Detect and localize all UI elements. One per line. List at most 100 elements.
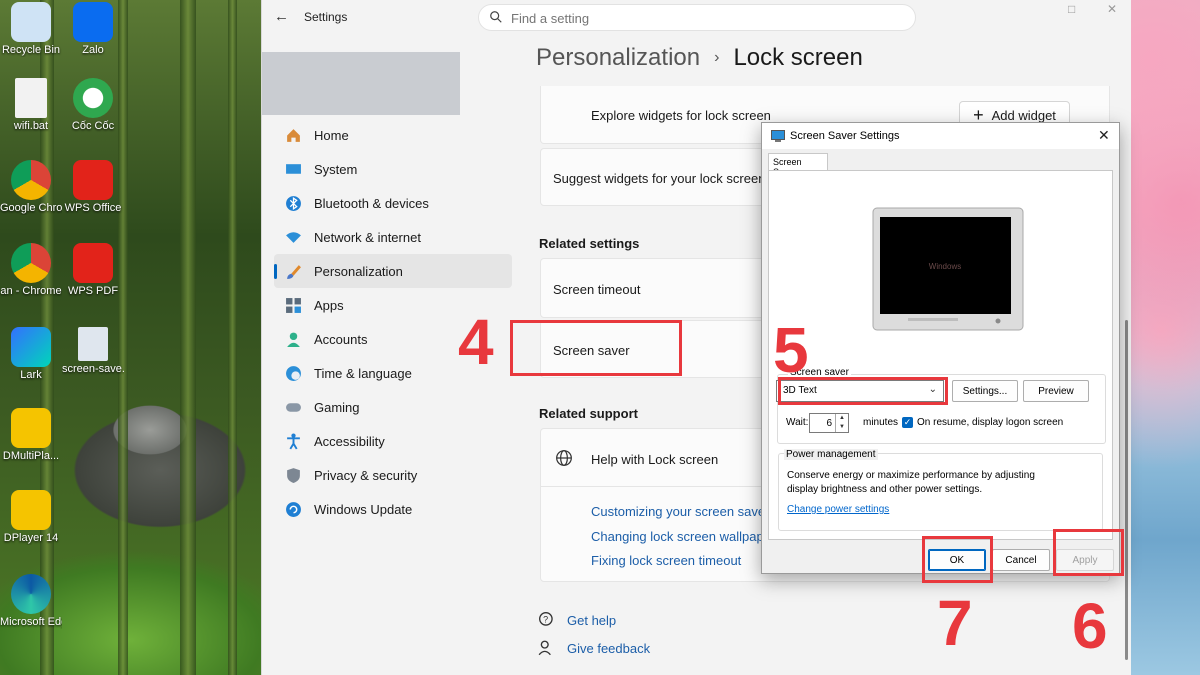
related-support-heading: Related support (539, 406, 638, 421)
wait-spinner[interactable]: 6 ▲ ▼ (809, 413, 849, 433)
desktop-icon-chrome-shortcut[interactable]: an - Chrome (0, 243, 62, 298)
wifi-icon (285, 231, 301, 243)
close-window-icon[interactable]: ✕ (1107, 2, 1117, 16)
resume-label: On resume, display logon screen (917, 417, 1064, 428)
wait-label: Wait: (786, 417, 809, 428)
desktop-icon-wps-office[interactable]: WPS Office (62, 160, 124, 215)
settings-button[interactable]: Settings... (952, 380, 1018, 402)
wps-office-icon (73, 160, 113, 200)
back-arrow-icon[interactable]: ← (274, 8, 292, 26)
sidebar-item-privacy[interactable]: Privacy & security (274, 458, 512, 492)
wait-value: 6 (826, 418, 832, 429)
breadcrumb-parent[interactable]: Personalization (536, 44, 700, 71)
monitor-preview: Windows (872, 207, 1024, 331)
search-box[interactable] (478, 4, 916, 31)
desktop-icon-screen-saver-file[interactable]: screen-save... (62, 327, 124, 376)
desktop-wallpaper-right (1131, 0, 1200, 675)
minutes-label: minutes (863, 417, 899, 428)
update-icon (285, 501, 301, 517)
desktop-icon-lark[interactable]: Lark (0, 327, 62, 382)
desktop-icon-wps-pdf[interactable]: WPS PDF (62, 243, 124, 298)
brush-icon (286, 264, 301, 279)
sidebar-item-label: Network & internet (314, 229, 421, 245)
power-text-2: display brightness and other power setti… (787, 484, 983, 495)
app-title: Settings (304, 10, 348, 24)
give-feedback-link[interactable]: Give feedback (567, 641, 650, 656)
get-help-link[interactable]: Get help (567, 613, 616, 628)
desktop-wallpaper-left: Recycle Bin Zalo wifi.bat Cốc Cốc Google… (0, 0, 261, 675)
sidebar-item-bluetooth[interactable]: Bluetooth & devices (274, 186, 512, 220)
help-lock-screen-heading[interactable]: Help with Lock screen (591, 452, 718, 467)
monitor-icon (285, 163, 301, 174)
highlight-ok-button (922, 536, 993, 583)
sidebar-item-label: System (314, 161, 358, 177)
sidebar-item-network[interactable]: Network & internet (274, 220, 512, 254)
spinner-arrows-icon[interactable]: ▲ ▼ (835, 414, 848, 432)
sidebar-item-label: Gaming (314, 399, 360, 415)
recycle-bin-icon (11, 2, 51, 42)
tab-screen-saver[interactable]: Screen Saver (768, 153, 828, 177)
resume-checkbox[interactable]: ✓ (902, 417, 913, 428)
user-profile-placeholder (262, 52, 460, 115)
lark-icon (11, 327, 51, 367)
desktop-icon-wifi-bat[interactable]: wifi.bat (0, 78, 62, 133)
scrollbar[interactable] (1125, 320, 1128, 660)
batch-file-icon (15, 78, 47, 118)
dialog-title-bar: Screen Saver Settings ✕ (762, 123, 1119, 149)
screen-saver-dialog: Screen Saver Settings ✕ Screen Saver Win… (761, 122, 1120, 574)
sidebar-item-home[interactable]: Home (274, 118, 512, 152)
breadcrumb: Personalization › Lock screen (536, 44, 863, 72)
feedback-icon (538, 640, 551, 656)
close-icon[interactable]: ✕ (1098, 127, 1110, 144)
chrome-icon (11, 243, 51, 283)
monitor-icon (771, 130, 785, 142)
add-widget-label: Add widget (991, 107, 1056, 123)
coccoc-icon (73, 78, 113, 118)
sidebar-item-label: Home (314, 127, 349, 143)
help-link-customizing[interactable]: Customizing your screen saver se (591, 504, 787, 519)
help-link-timeout[interactable]: Fixing lock screen timeout (591, 553, 741, 568)
get-help-icon: ? (539, 612, 553, 626)
explore-widgets-label: Explore widgets for lock screen (591, 108, 771, 123)
desktop-icon-ldplayer[interactable]: DPlayer 14 (0, 490, 62, 545)
highlight-screen-saver (510, 320, 682, 376)
sidebar-item-label: Privacy & security (314, 467, 418, 483)
help-link-wallpaper[interactable]: Changing lock screen wallpaper (591, 529, 775, 544)
apps-icon (285, 297, 301, 313)
screen-saver-file-icon (78, 327, 108, 361)
shield-icon (286, 467, 300, 483)
person-icon (286, 332, 300, 347)
sidebar-item-gaming[interactable]: Gaming (274, 390, 512, 424)
gamepad-icon (285, 402, 301, 412)
sidebar-item-system[interactable]: System (274, 152, 512, 186)
search-input[interactable] (511, 9, 901, 27)
desktop-icon-zalo[interactable]: Zalo (62, 2, 124, 57)
sidebar-item-accessibility[interactable]: Accessibility (274, 424, 512, 458)
preview-button[interactable]: Preview (1023, 380, 1089, 402)
sidebar-item-label: Accounts (314, 331, 368, 347)
maximize-icon[interactable]: □ (1068, 2, 1075, 16)
step-number-5: 5 (773, 314, 809, 386)
sidebar-item-windows-update[interactable]: Windows Update (274, 492, 512, 526)
preview-text: Windows (929, 262, 961, 271)
bluetooth-icon (285, 195, 301, 211)
ldmultiplayer-icon (11, 408, 51, 448)
desktop-icon-dmultiplayer[interactable]: DMultiPla... (0, 408, 62, 463)
chrome-icon (11, 160, 51, 200)
sidebar-item-label: Accessibility (314, 433, 385, 449)
desktop-icon-google-chrome[interactable]: Google Chrome (0, 160, 62, 215)
change-power-settings-link[interactable]: Change power settings (787, 504, 889, 515)
desktop-icon-microsoft-edge[interactable]: Microsoft Edge (0, 574, 62, 629)
step-number-7: 7 (937, 587, 973, 659)
globe-clock-icon (285, 365, 301, 381)
chevron-right-icon: › (714, 49, 720, 66)
sidebar-item-label: Personalization (314, 263, 403, 279)
desktop-icon-recycle-bin[interactable]: Recycle Bin (0, 2, 62, 57)
cancel-button[interactable]: Cancel (992, 549, 1050, 571)
desktop-icon-coc-coc[interactable]: Cốc Cốc (62, 78, 124, 133)
title-bar: ← Settings □ ✕ (262, 0, 1132, 34)
sidebar-item-personalization[interactable]: Personalization (274, 254, 512, 288)
step-number-4: 4 (458, 306, 494, 378)
wps-pdf-icon (73, 243, 113, 283)
svg-text:?: ? (543, 614, 548, 624)
